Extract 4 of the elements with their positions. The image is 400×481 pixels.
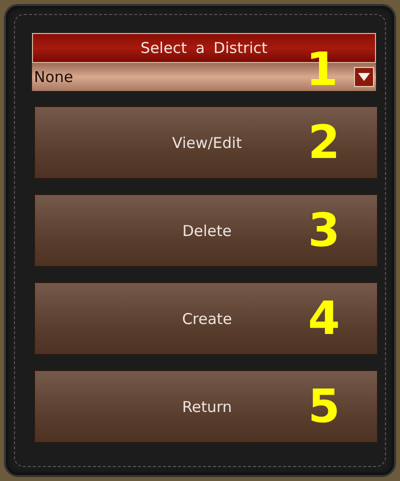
callout-number: 3: [308, 206, 340, 254]
callout-number: 5: [308, 382, 340, 430]
callout-number: 4: [308, 294, 340, 342]
callout-number: 2: [308, 118, 340, 166]
